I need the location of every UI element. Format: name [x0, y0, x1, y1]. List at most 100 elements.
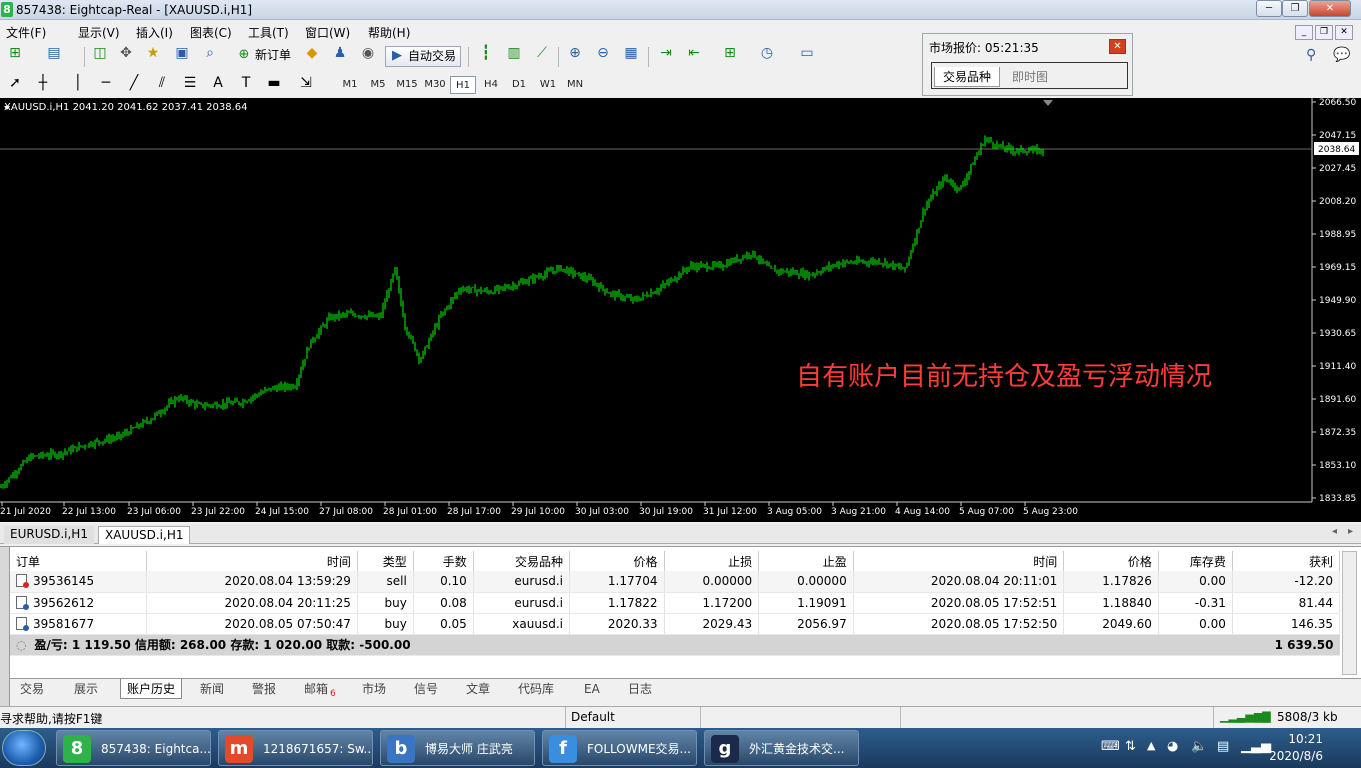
- column-header[interactable]: 止损: [664, 551, 760, 571]
- trendline-icon[interactable]: ╱: [124, 73, 144, 93]
- terminal-tab-1[interactable]: 展示: [68, 679, 104, 699]
- terminal-tab-8[interactable]: 文章: [460, 679, 496, 699]
- menu-window[interactable]: 窗口(W): [305, 24, 350, 41]
- chart-tab-eurusd[interactable]: EURUSD.i,H1: [4, 526, 94, 544]
- cursor-icon[interactable]: ➚: [5, 73, 25, 93]
- tray-expand-icon[interactable]: ▲: [1147, 739, 1155, 752]
- menu-help[interactable]: 帮助(H): [368, 24, 410, 41]
- mdi-restore-button[interactable]: ❐: [1315, 25, 1333, 40]
- column-header[interactable]: 获利: [1232, 551, 1341, 571]
- timeframe-m1[interactable]: M1: [337, 76, 363, 94]
- browser-icon[interactable]: ◕: [1167, 739, 1178, 754]
- market-watch-icon[interactable]: ◫: [90, 43, 110, 63]
- terminal-tab-9[interactable]: 代码库: [512, 679, 560, 699]
- metaeditor-icon[interactable]: ◆: [302, 43, 322, 63]
- column-header[interactable]: 价格: [569, 551, 665, 571]
- terminal-tab-0[interactable]: 交易: [14, 679, 50, 699]
- column-header[interactable]: 止盈: [758, 551, 854, 571]
- line-chart-icon[interactable]: ⟋: [532, 43, 552, 63]
- close-button[interactable]: ✕: [1309, 0, 1351, 17]
- taskbar-item[interactable]: f FOLLOWME交易...: [542, 730, 697, 766]
- new-order-button[interactable]: ⊕ 新订单: [233, 46, 299, 67]
- taskbar-item[interactable]: m 1218671657: Sw...: [218, 730, 373, 766]
- table-row[interactable]: 39581677 2020.08.05 07:50:47 buy 0.05 xauusd…: [10, 613, 1341, 635]
- terminal-tab-5[interactable]: 邮箱 6: [298, 679, 342, 699]
- templates-icon[interactable]: ▭: [797, 43, 817, 63]
- search-icon[interactable]: ⚲: [1306, 47, 1316, 63]
- minimize-button[interactable]: ─: [1256, 0, 1282, 17]
- clock-date[interactable]: 2020/8/6: [1269, 749, 1323, 763]
- timeframe-h1[interactable]: H1: [450, 76, 476, 94]
- signal-icon[interactable]: ▁▃▅: [1241, 739, 1271, 754]
- crosshair-icon[interactable]: ┼: [33, 73, 53, 93]
- zoom-out-icon[interactable]: ⊖: [593, 43, 613, 63]
- indicators-icon[interactable]: ⊞: [720, 43, 740, 63]
- market-watch-close-button[interactable]: ✕: [1109, 39, 1126, 54]
- terminal-tab-10[interactable]: EA: [578, 679, 606, 699]
- column-header[interactable]: 交易品种: [473, 551, 570, 571]
- candlestick-icon[interactable]: ▥: [504, 43, 524, 63]
- taskbar-item[interactable]: b 博易大师 庄武亮: [380, 730, 535, 766]
- profiles-icon[interactable]: ▤: [44, 43, 64, 63]
- terminal-tab-7[interactable]: 信号: [408, 679, 444, 699]
- column-header[interactable]: 订单: [10, 551, 148, 571]
- taskbar-item[interactable]: g 外汇黄金技术交...: [704, 730, 859, 766]
- timeframe-m30[interactable]: M30: [422, 76, 448, 94]
- column-header[interactable]: 价格: [1063, 551, 1159, 571]
- table-row[interactable]: 39536145 2020.08.04 13:59:29 sell 0.10 eurus…: [10, 571, 1341, 593]
- tab-tick-chart[interactable]: 即时图: [1004, 67, 1056, 87]
- menu-insert[interactable]: 插入(I): [136, 24, 173, 41]
- terminal-scrollbar[interactable]: [1342, 551, 1357, 675]
- menu-view[interactable]: 显示(V): [78, 24, 120, 41]
- terminal-tab-11[interactable]: 日志: [622, 679, 658, 699]
- mdi-minimize-button[interactable]: _: [1295, 25, 1313, 40]
- arrows-icon[interactable]: ⇲: [296, 73, 316, 93]
- terminal-tab-4[interactable]: 警报: [246, 679, 282, 699]
- menu-charts[interactable]: 图表(C): [190, 24, 232, 41]
- tab-scroll-left-icon[interactable]: ◂: [1332, 526, 1337, 537]
- network-icon[interactable]: ⇅: [1125, 739, 1136, 754]
- autoscroll-icon[interactable]: ⇤: [684, 43, 704, 63]
- price-chart[interactable]: 2066.50 2047.15 2038.64 2027.45 2008.20 1988.…: [0, 98, 1361, 522]
- terminal-tab-3[interactable]: 新闻: [194, 679, 230, 699]
- auto-trading-button[interactable]: ▶ 自动交易: [385, 46, 461, 67]
- column-header[interactable]: 时间: [146, 551, 358, 571]
- menu-file[interactable]: 文件(F): [6, 24, 46, 41]
- maximize-button[interactable]: ❐: [1282, 0, 1308, 17]
- new-chart-icon[interactable]: ⊞: [5, 43, 25, 63]
- timeframe-w1[interactable]: W1: [535, 76, 561, 94]
- timeframe-h4[interactable]: H4: [478, 76, 504, 94]
- terminal-icon[interactable]: ▣: [172, 43, 192, 63]
- app-tray-icon[interactable]: ▤: [1217, 739, 1229, 754]
- column-header[interactable]: 库存费: [1158, 551, 1233, 571]
- clock-time[interactable]: 10:21: [1288, 732, 1323, 746]
- channel-icon[interactable]: ⫽: [152, 73, 172, 93]
- volume-icon[interactable]: 🔈: [1191, 739, 1207, 754]
- timeframe-m5[interactable]: M5: [365, 76, 391, 94]
- chat-icon[interactable]: 💬: [1333, 47, 1350, 63]
- column-header[interactable]: 手数: [413, 551, 474, 571]
- timeframe-d1[interactable]: D1: [506, 76, 532, 94]
- timeframe-mn[interactable]: MN: [562, 76, 588, 94]
- strategy-tester-icon[interactable]: ⌕: [200, 43, 220, 63]
- terminal-tab-2[interactable]: 账户历史: [120, 679, 183, 699]
- start-button[interactable]: [2, 730, 46, 766]
- fibonacci-icon[interactable]: ☰: [180, 73, 200, 93]
- chart-shift-icon[interactable]: ⇥: [656, 43, 676, 63]
- tile-windows-icon[interactable]: ▦: [621, 43, 641, 63]
- table-row[interactable]: 39562612 2020.08.04 20:11:25 buy 0.08 eurusd…: [10, 592, 1341, 614]
- signals-icon[interactable]: ♟: [330, 43, 350, 63]
- tab-symbols[interactable]: 交易品种: [934, 67, 1001, 87]
- text-label-icon[interactable]: T: [236, 73, 256, 93]
- keyboard-icon[interactable]: ⌨: [1101, 739, 1120, 754]
- vps-icon[interactable]: ◉: [358, 43, 378, 63]
- terminal-tab-6[interactable]: 市场: [356, 679, 392, 699]
- horizontal-line-icon[interactable]: ─: [96, 73, 116, 93]
- timeframe-m15[interactable]: M15: [394, 76, 420, 94]
- zoom-in-icon[interactable]: ⊕: [565, 43, 585, 63]
- navigator-icon[interactable]: ★: [143, 43, 163, 63]
- text-icon[interactable]: A: [208, 73, 228, 93]
- rectangle-icon[interactable]: ▬: [264, 73, 284, 93]
- chart-tab-xauusd[interactable]: XAUUSD.i,H1: [98, 526, 191, 544]
- tab-scroll-right-icon[interactable]: ▸: [1348, 526, 1353, 537]
